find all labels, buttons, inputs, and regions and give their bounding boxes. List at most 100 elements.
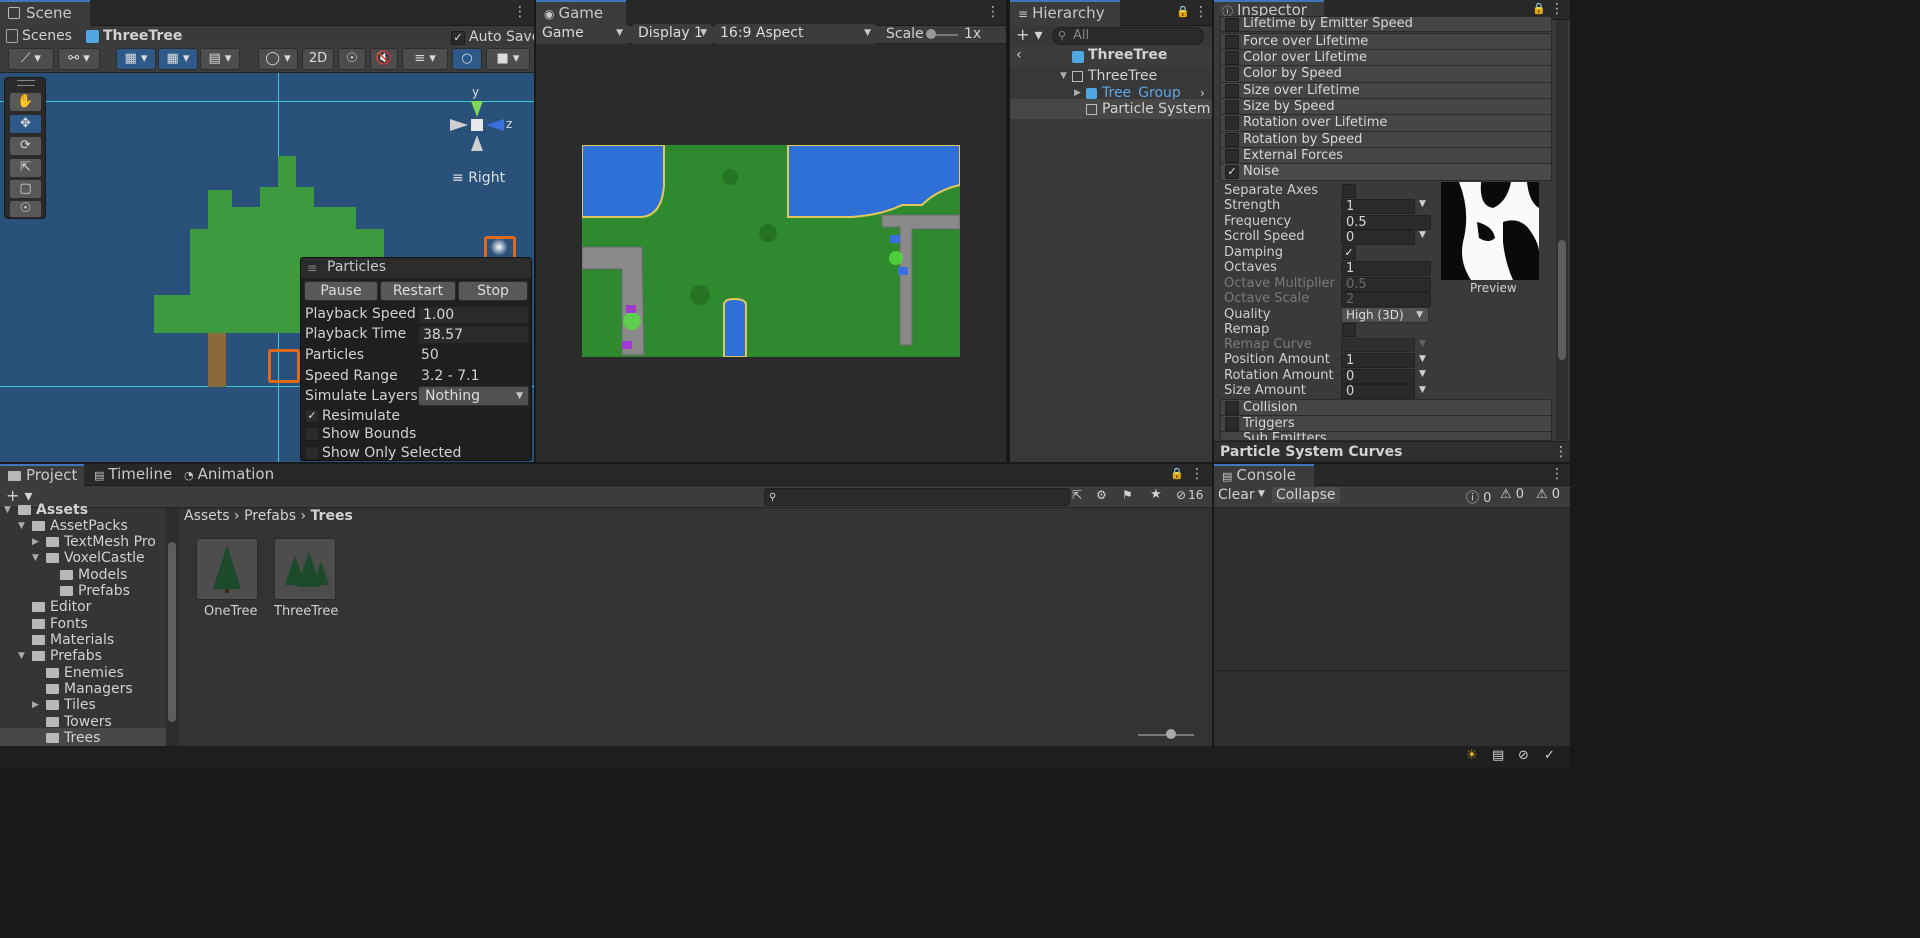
game-mode-dropdown[interactable]: Game bbox=[536, 24, 628, 44]
globe-button[interactable]: ⚯ ▾ bbox=[58, 48, 100, 70]
octaves-field[interactable]: 1 bbox=[1341, 261, 1431, 276]
show-bounds-checkbox[interactable] bbox=[305, 427, 319, 441]
path-assets[interactable]: Assets bbox=[184, 508, 230, 524]
curves-menu-icon[interactable]: ⋮ bbox=[1554, 444, 1568, 460]
module-checkbox[interactable] bbox=[1225, 35, 1239, 49]
module-checkbox[interactable] bbox=[1225, 401, 1239, 415]
console-menu-icon[interactable]: ⋮ bbox=[1550, 466, 1564, 482]
tab-animation[interactable]: ◔ Animation bbox=[176, 464, 282, 486]
playback-speed-field[interactable]: 1.00 bbox=[418, 306, 529, 324]
frequency-field[interactable]: 0.5 bbox=[1341, 215, 1431, 230]
inspector-lock-icon[interactable]: 🔒 bbox=[1532, 1, 1546, 17]
breadcrumb-threetree[interactable]: ThreeTree bbox=[103, 28, 182, 44]
hierarchy-item-particle-system[interactable]: Particle System bbox=[1010, 99, 1212, 119]
stop-button[interactable]: Stop bbox=[458, 281, 528, 301]
rotation-amount-dropdown-icon[interactable]: ▼ bbox=[1419, 369, 1426, 379]
inspector-menu-icon[interactable]: ⋮ bbox=[1550, 1, 1564, 17]
pause-button[interactable]: Pause bbox=[304, 281, 378, 301]
rotate-tool-icon[interactable]: ⟳ bbox=[9, 136, 42, 156]
position-amount-field[interactable]: 1 bbox=[1341, 353, 1415, 368]
tab-hierarchy[interactable]: ≡ Hierarchy bbox=[1010, 0, 1120, 26]
quality-dropdown[interactable]: High (3D) bbox=[1341, 307, 1429, 323]
console-detail-area[interactable] bbox=[1214, 670, 1570, 746]
project-tree-scrollbar-thumb[interactable] bbox=[168, 542, 176, 722]
auto-save-checkbox[interactable]: ✓ bbox=[451, 31, 465, 45]
hidden-objects-button[interactable]: ○ bbox=[452, 48, 482, 70]
game-menu-icon[interactable]: ⋮ bbox=[986, 4, 1000, 20]
scroll-speed-field[interactable]: 0 bbox=[1341, 230, 1415, 245]
breadcrumb-scenes[interactable]: Scenes bbox=[22, 28, 72, 44]
hierarchy-menu-icon[interactable]: ⋮ bbox=[1194, 4, 1208, 20]
size-amount-dropdown-icon[interactable]: ▼ bbox=[1419, 385, 1426, 395]
search-by-type-icon[interactable]: ⇱ bbox=[1072, 488, 1082, 502]
tab-scene[interactable]: Scene bbox=[0, 0, 90, 26]
remap-checkbox[interactable] bbox=[1342, 323, 1356, 337]
scene-menu-icon[interactable]: ⋮ bbox=[513, 4, 527, 20]
mode-2d-button[interactable]: 2D bbox=[302, 48, 334, 70]
palette-grip[interactable] bbox=[17, 80, 35, 86]
tab-game[interactable]: ◉ Game bbox=[536, 0, 626, 26]
hand-tool-icon[interactable]: ✋ bbox=[9, 92, 42, 112]
module-noise[interactable]: ✓ Noise bbox=[1220, 163, 1552, 181]
module-rotation-over-lifetime[interactable]: Rotation over Lifetime bbox=[1220, 114, 1552, 132]
module-checkbox[interactable] bbox=[1225, 51, 1239, 65]
module-checkbox[interactable] bbox=[1225, 116, 1239, 130]
particle-system-curves-header[interactable]: Particle System Curves ⋮ bbox=[1214, 441, 1570, 462]
tab-console[interactable]: ▤ Console bbox=[1214, 464, 1314, 486]
strength-field[interactable]: 1 bbox=[1341, 199, 1415, 214]
scene-viewport[interactable]: ✋ ✥ ⟳ ⇱ ▢ ☉ y z ≡ Right ≡ Particles Paus… bbox=[0, 73, 534, 462]
separate-axes-checkbox[interactable] bbox=[1342, 184, 1356, 198]
rotation-amount-field[interactable]: 0 bbox=[1341, 369, 1415, 384]
playback-time-field[interactable]: 38.57 bbox=[418, 326, 529, 344]
orientation-gizmo[interactable]: y z bbox=[444, 79, 524, 159]
inspector-scrollbar-thumb[interactable] bbox=[1558, 240, 1566, 360]
draw-mode-button[interactable]: ⟋ ▾ bbox=[8, 48, 54, 70]
grid-visibility-button[interactable]: ▤ ▾ bbox=[200, 48, 240, 70]
filter-label-icon[interactable]: ⚑ bbox=[1122, 488, 1133, 502]
project-menu-icon[interactable]: ⋮ bbox=[1190, 466, 1204, 482]
tree-item-trees[interactable]: Trees bbox=[0, 728, 166, 746]
damping-checkbox[interactable]: ✓ bbox=[1342, 246, 1356, 260]
clear-options-dropdown-icon[interactable]: ▼ bbox=[1258, 489, 1265, 499]
grid-snap-button[interactable]: ▦ ▾ bbox=[116, 48, 156, 70]
cache-server-icon[interactable]: ▤ bbox=[1492, 748, 1504, 763]
increment-snap-button[interactable]: ▦ ▾ bbox=[158, 48, 198, 70]
camera-button[interactable]: ■ ▾ bbox=[486, 48, 530, 70]
debug-mode-icon[interactable]: ⊘ bbox=[1518, 748, 1529, 763]
warning-count-icon[interactable]: ⚠ 0 bbox=[1500, 487, 1524, 502]
simulate-layers-dropdown[interactable]: Nothing bbox=[418, 386, 529, 406]
project-lock-icon[interactable]: 🔒 bbox=[1170, 466, 1184, 482]
scale-slider-thumb[interactable] bbox=[926, 29, 936, 39]
lighting-button[interactable]: ☉ bbox=[338, 48, 366, 70]
hierarchy-search-input[interactable]: ⚲ All bbox=[1052, 27, 1204, 45]
shading-mode-button[interactable]: ◯ ▾ bbox=[258, 48, 298, 70]
strength-curve-dropdown-icon[interactable]: ▼ bbox=[1419, 199, 1426, 209]
collapse-button[interactable]: Collapse bbox=[1272, 487, 1340, 503]
rect-tool-icon[interactable]: ▢ bbox=[9, 179, 42, 199]
asset-tile-onetree[interactable] bbox=[196, 538, 258, 600]
info-count-icon[interactable]: ⓘ 0 bbox=[1466, 487, 1491, 506]
module-checkbox[interactable] bbox=[1225, 100, 1239, 114]
show-only-selected-checkbox[interactable] bbox=[305, 446, 319, 460]
hierarchy-add-icon[interactable]: + ▾ bbox=[1016, 25, 1043, 44]
module-checkbox[interactable] bbox=[1225, 417, 1239, 431]
asset-zoom-slider-thumb[interactable] bbox=[1166, 729, 1176, 739]
error-count-icon[interactable]: ⚠ 0 bbox=[1536, 487, 1560, 502]
module-checkbox[interactable] bbox=[1225, 18, 1239, 32]
lighting-progress-icon[interactable]: ☀ bbox=[1466, 748, 1478, 763]
module-checkbox[interactable] bbox=[1225, 67, 1239, 81]
view-orientation-label[interactable]: ≡ Right bbox=[452, 170, 505, 186]
inspector-scrollbar[interactable] bbox=[1556, 20, 1568, 440]
module-lifetime-by-emitter-speed[interactable]: Lifetime by Emitter Speed bbox=[1220, 16, 1552, 32]
module-checkbox[interactable] bbox=[1225, 149, 1239, 163]
console-log-area[interactable] bbox=[1214, 508, 1570, 668]
resimulate-checkbox[interactable]: ✓ bbox=[305, 409, 319, 423]
path-prefabs[interactable]: Prefabs bbox=[244, 508, 296, 524]
audio-button[interactable]: 🔇 bbox=[370, 48, 398, 70]
module-checkbox[interactable] bbox=[1225, 133, 1239, 147]
asset-tile-threetree[interactable] bbox=[274, 538, 336, 600]
size-amount-field[interactable]: 0 bbox=[1341, 384, 1415, 399]
module-sub-emitters[interactable]: Sub Emitters bbox=[1220, 431, 1552, 441]
filter-type-icon[interactable]: ⚙ bbox=[1096, 488, 1107, 502]
particles-overlay-header[interactable]: ≡ Particles bbox=[301, 258, 531, 278]
